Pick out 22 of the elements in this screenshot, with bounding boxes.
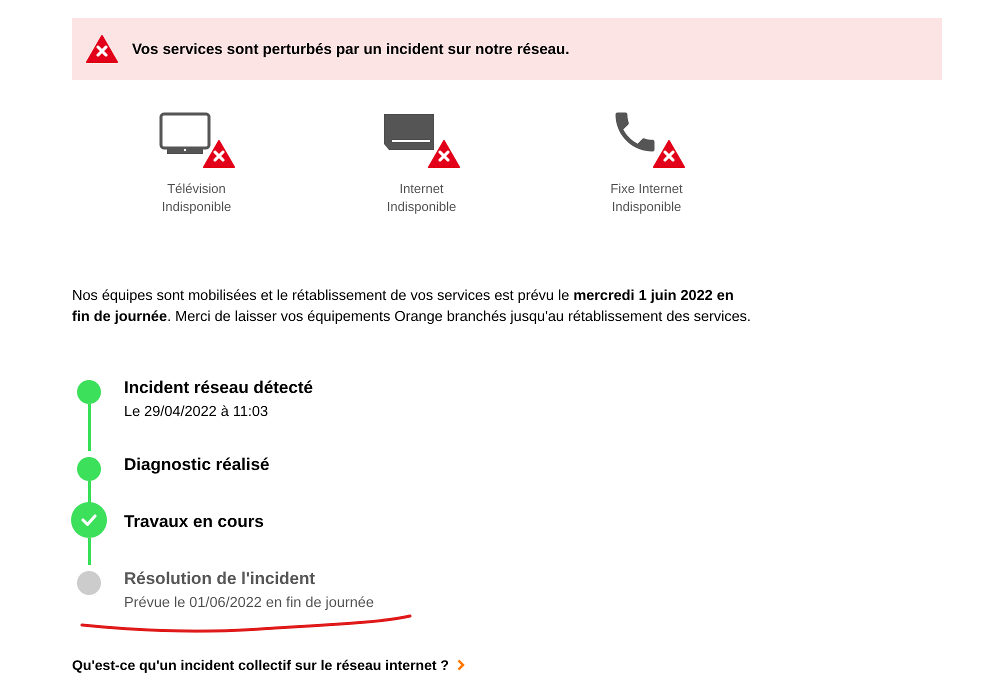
service-name: Fixe Internet <box>610 180 683 198</box>
faq-link[interactable]: Qu'est-ce qu'un incident collectif sur le réseau internet ? <box>72 657 465 673</box>
step-detail: Prévue le 01/06/2022 en fin de journée <box>124 595 374 611</box>
service-name: Télévision <box>167 180 226 198</box>
internet-box-icon <box>384 114 434 150</box>
warning-icon <box>202 140 234 168</box>
step-detail: Le 29/04/2022 à 11:03 <box>124 404 270 420</box>
warning-icon <box>428 140 460 168</box>
step-title: Diagnostic réalisé <box>124 455 270 475</box>
alert-message: Vos services sont perturbés par un incident sur notre réseau. <box>132 40 570 58</box>
service-status: Indisponible <box>386 198 456 216</box>
step-title: Incident réseau détecté <box>124 378 313 398</box>
step-title: Travaux en cours <box>124 512 264 532</box>
service-status: Indisponible <box>162 198 232 216</box>
service-name: Internet <box>399 180 444 198</box>
info-paragraph: Nos équipes sont mobilisées et le rétablissement de vos services est prévu le mercredi 1 juin 2022 en fin de journée. Merci de laisser vos équipements Orange branchés jusqu'au rétablissement des services. <box>72 287 752 327</box>
step-title: Résolution de l'incident <box>124 569 316 589</box>
warning-icon <box>652 140 684 168</box>
chevron-right-icon <box>456 659 465 671</box>
error-icon <box>86 34 118 64</box>
service-status: Indisponible <box>612 198 682 216</box>
television-icon <box>158 112 210 156</box>
